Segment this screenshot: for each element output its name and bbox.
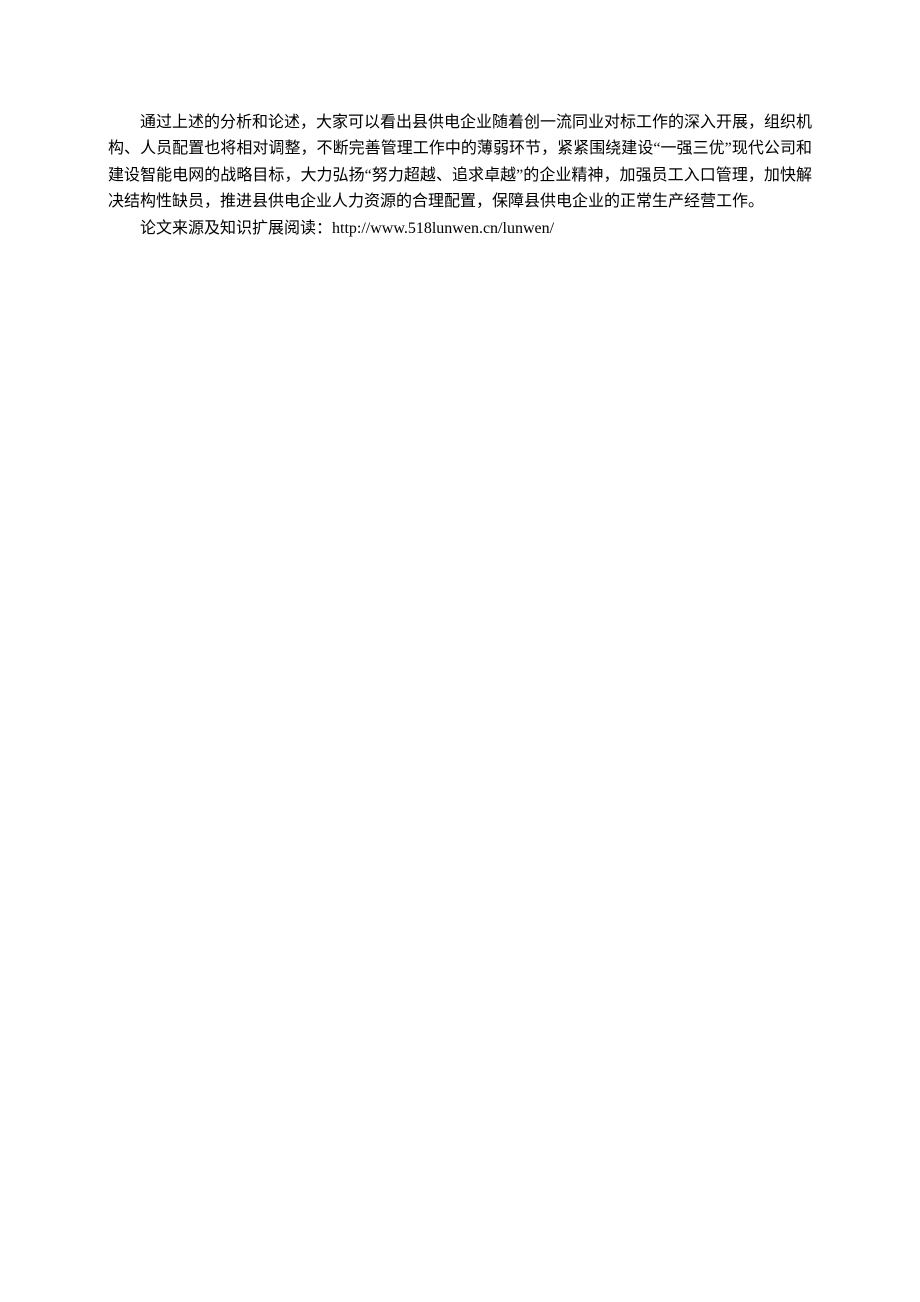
source-text: 论文来源及知识扩展阅读：http://www.518lunwen.cn/lunw… bbox=[140, 220, 554, 237]
source-paragraph: 论文来源及知识扩展阅读：http://www.518lunwen.cn/lunw… bbox=[108, 216, 812, 242]
paragraph-text: 通过上述的分析和论述，大家可以看出县供电企业随着创一流同业对标工作的深入开展，组… bbox=[108, 114, 812, 210]
body-paragraph: 通过上述的分析和论述，大家可以看出县供电企业随着创一流同业对标工作的深入开展，组… bbox=[108, 110, 812, 216]
